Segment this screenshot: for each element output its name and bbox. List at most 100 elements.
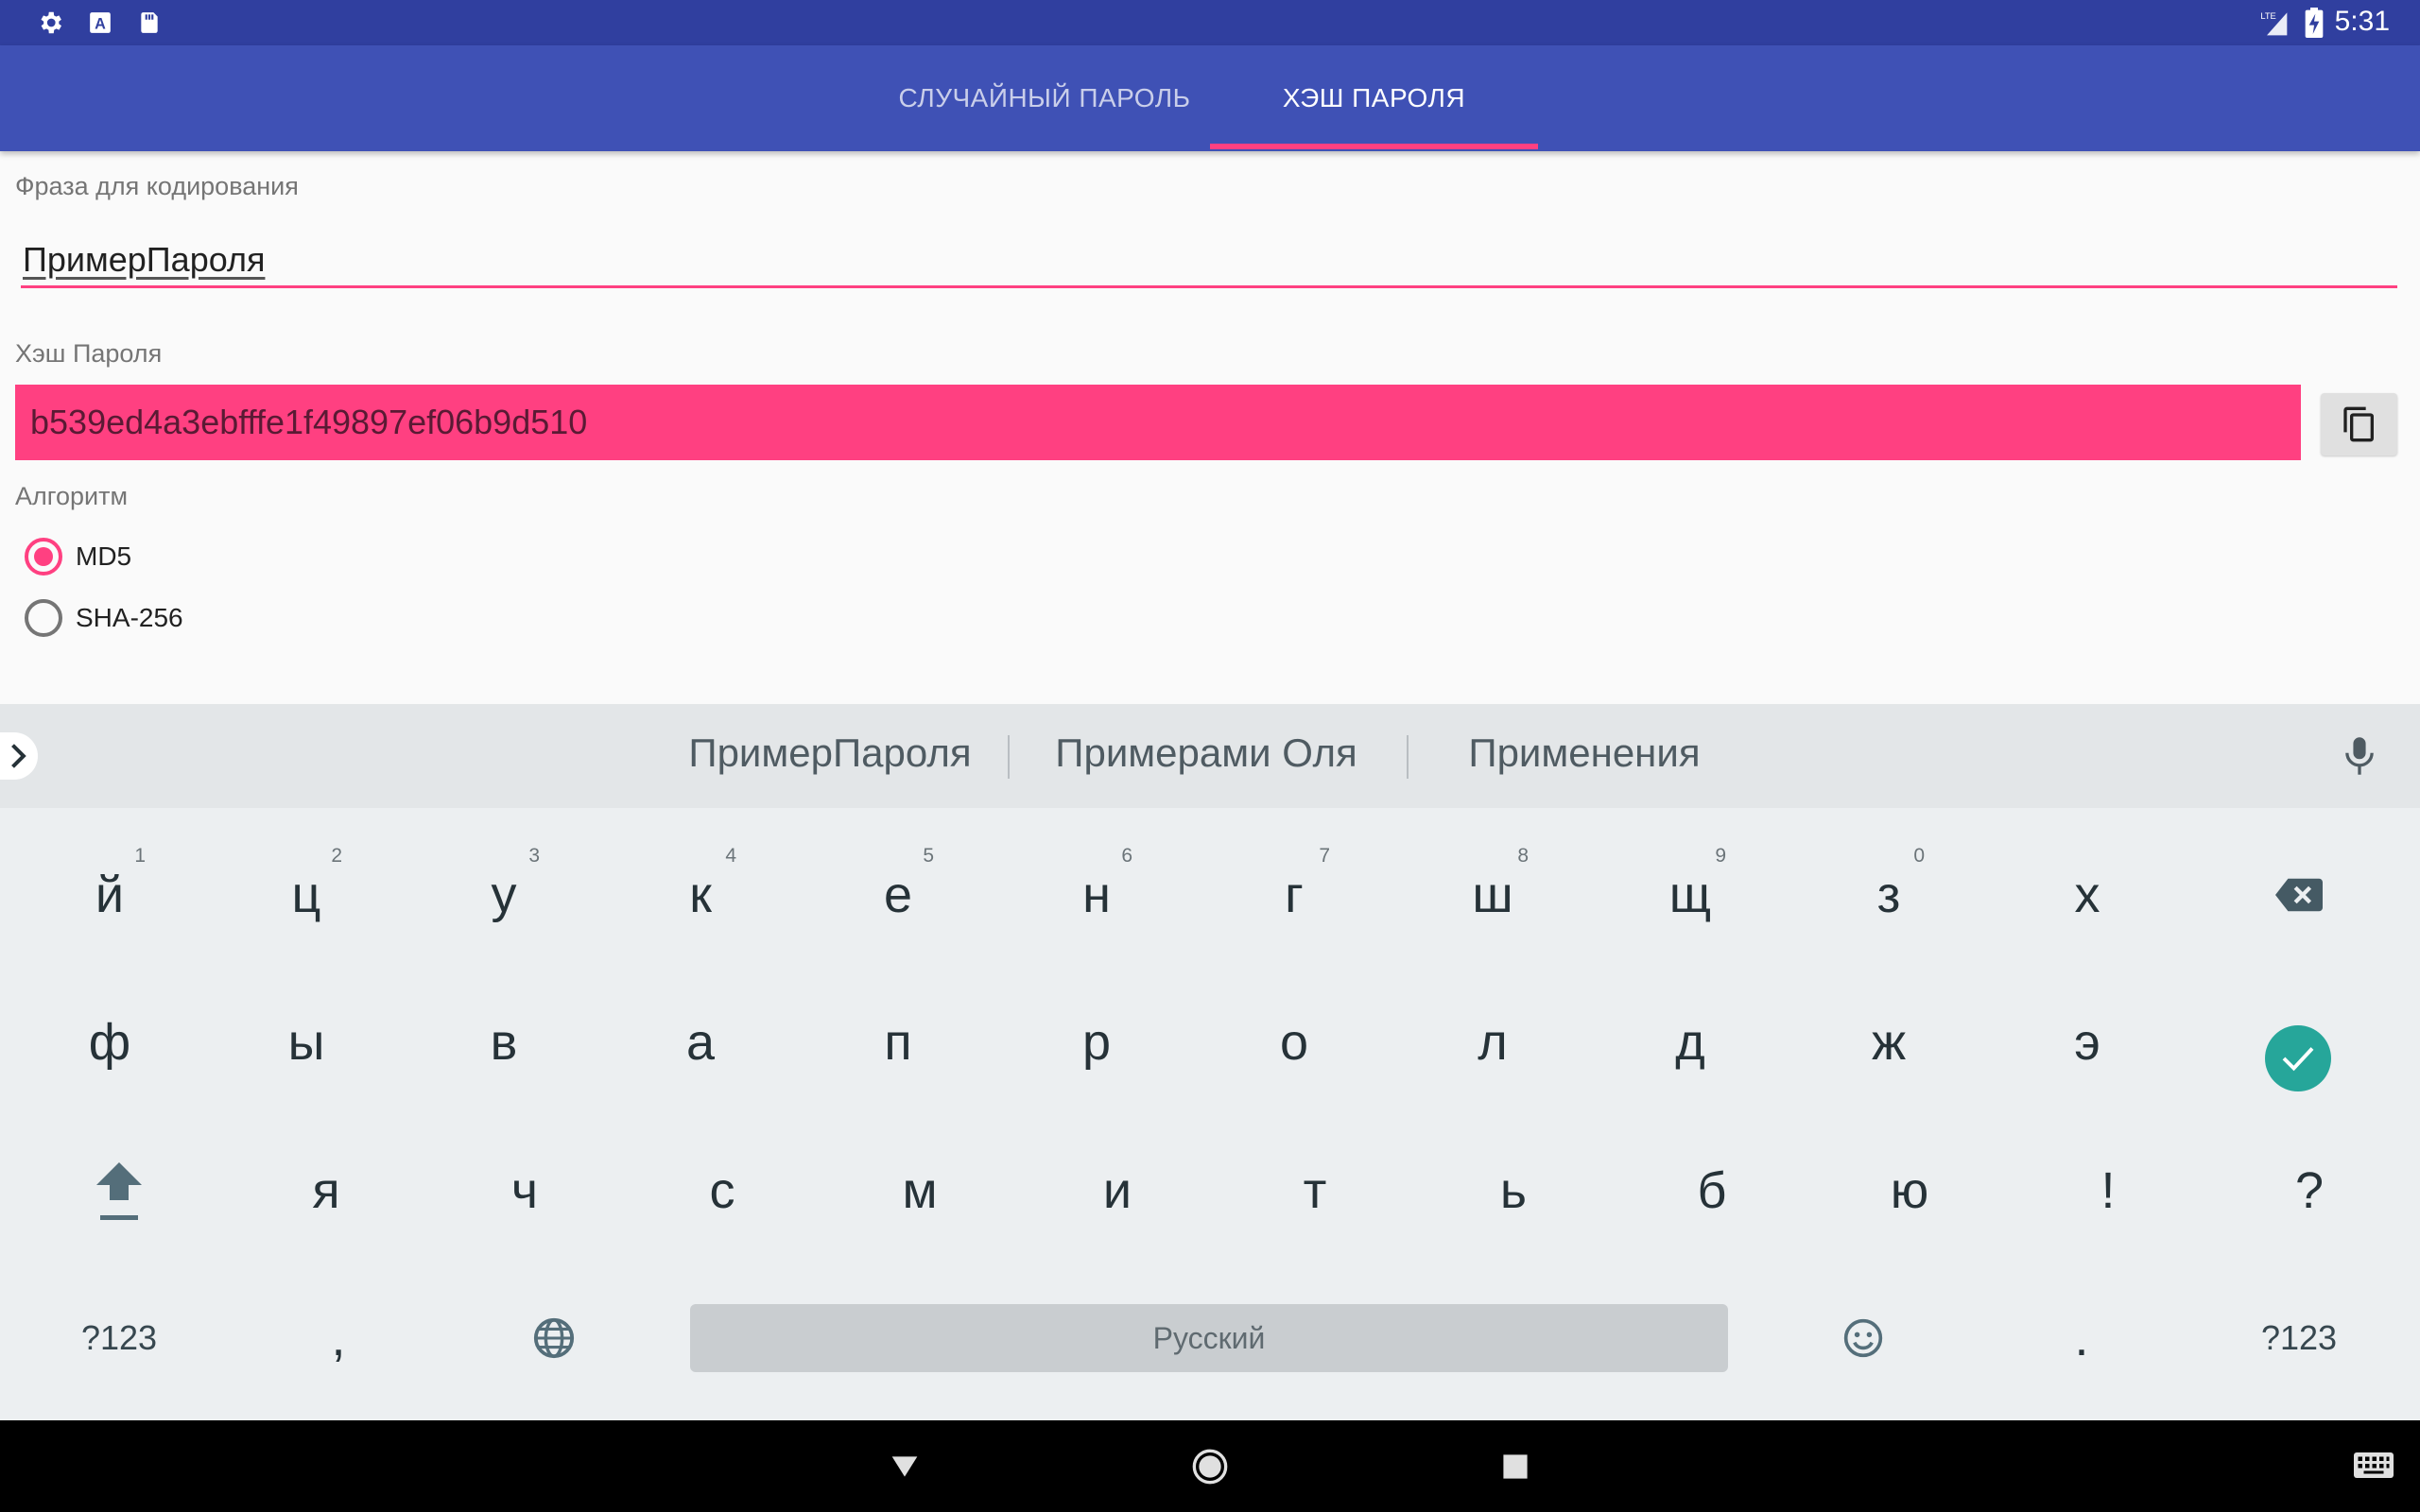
key-с[interactable]: с [628,1120,817,1262]
key-у[interactable]: у3 [409,824,598,966]
phrase-input[interactable]: ПримерПароля [23,240,265,280]
symbols-key-right[interactable]: ?123 [2204,1267,2394,1409]
key-ю[interactable]: ю [1815,1120,2004,1262]
radio-md5-label: MD5 [76,541,132,571]
copy-button[interactable] [2321,393,2397,455]
key-hint: 8 [1517,845,1529,867]
backspace-icon [2275,878,2323,912]
key-hint: 2 [331,845,342,867]
keyboard: ПримерПароля Примерами Оля Применения й1… [0,704,2420,1420]
back-nav-icon[interactable] [881,1443,928,1490]
key-ф[interactable]: ф [15,971,204,1113]
lte-signal-icon: LTE [2259,8,2290,38]
suggestion-2[interactable]: Примерами Оля [1017,730,1395,776]
key-label: ц [291,867,321,923]
key-й[interactable]: й1 [15,824,204,966]
radio-sha256-label: SHA-256 [76,603,183,632]
key-т[interactable]: т [1220,1120,1409,1262]
screen: A LTE 5:31 СЛУЧАЙНЫЙ ПАРОЛЬ ХЭШ ПАРОЛЯ Ф… [0,0,2420,1512]
key-х[interactable]: х [1993,824,2182,966]
key-а[interactable]: а [606,971,795,1113]
key-label: з [1876,867,1901,923]
key-exclamation[interactable]: ! [2014,1120,2203,1262]
check-icon [2282,1047,2314,1072]
key-я[interactable]: я [232,1120,421,1262]
key-ь[interactable]: ь [1419,1120,1608,1262]
key-в[interactable]: в [409,971,598,1113]
key-б[interactable]: б [1617,1120,1806,1262]
suggestion-1[interactable]: ПримерПароля [662,730,998,776]
key-ч[interactable]: ч [430,1120,619,1262]
radio-md5[interactable]: MD5 [25,536,131,577]
key-label: ш [1472,867,1513,923]
home-nav-icon[interactable] [1186,1443,1234,1490]
key-о[interactable]: о [1200,971,1389,1113]
key-п[interactable]: п [804,971,993,1113]
keyboard-switch-icon[interactable] [2350,1443,2397,1490]
key-н[interactable]: н6 [1002,824,1191,966]
key-ц[interactable]: ц2 [212,824,401,966]
emoji-key[interactable] [1769,1267,1958,1409]
suggestion-bar: ПримерПароля Примерами Оля Применения [0,704,2420,808]
key-hint: 6 [1121,845,1132,867]
text-a-icon: A [85,8,115,38]
key-comma[interactable]: , [244,1267,433,1409]
key-ы[interactable]: ы [212,971,401,1113]
lte-label: LTE [2260,11,2275,21]
sd-card-icon [134,8,164,38]
tab-password-hash[interactable]: ХЭШ ПАРОЛЯ [1210,45,1538,151]
key-label: щ [1668,867,1712,923]
key-з[interactable]: з0 [1794,824,1983,966]
suggestion-divider [1008,735,1010,779]
algorithm-label: Алгоритм [15,482,129,510]
copy-icon [2342,406,2374,442]
key-hint: 9 [1715,845,1726,867]
globe-icon [533,1317,575,1359]
key-е[interactable]: е5 [804,824,993,966]
suggestion-divider [1407,735,1409,779]
key-hint: 0 [1913,845,1925,867]
key-р[interactable]: р [1002,971,1191,1113]
key-hint: 5 [923,845,934,867]
phrase-input-underline [21,285,2397,288]
backspace-key[interactable] [2204,824,2394,966]
key-hint: 1 [134,845,146,867]
key-question[interactable]: ? [2215,1120,2404,1262]
recents-nav-icon[interactable] [1492,1443,1539,1490]
status-bar: A LTE 5:31 [0,0,2420,45]
key-label: н [1082,867,1111,923]
app-bar: СЛУЧАЙНЫЙ ПАРОЛЬ ХЭШ ПАРОЛЯ [0,45,2420,151]
radio-sha256-circle[interactable] [25,599,62,637]
enter-key[interactable] [2265,1025,2331,1091]
space-key[interactable]: Русский [690,1304,1728,1372]
key-label: г [1285,867,1304,923]
clock: 5:31 [2334,6,2390,37]
settings-icon [35,8,65,38]
symbols-key-left[interactable]: ?123 [25,1267,214,1409]
key-label: й [95,867,125,923]
radio-sha256[interactable]: SHA-256 [25,597,183,639]
key-hint: 4 [725,845,736,867]
key-г[interactable]: г7 [1200,824,1389,966]
key-к[interactable]: к4 [606,824,795,966]
key-ш[interactable]: ш8 [1398,824,1587,966]
shift-icon [96,1162,142,1220]
suggestion-3[interactable]: Применения [1418,730,1751,776]
expand-arrow-icon[interactable] [0,732,38,780]
shift-key[interactable] [25,1120,214,1262]
key-щ[interactable]: щ9 [1596,824,1785,966]
language-key[interactable] [459,1267,648,1409]
key-ж[interactable]: ж [1794,971,1983,1113]
hash-output[interactable]: b539ed4a3ebfffe1f49897ef06b9d510 [15,385,2301,460]
mic-icon[interactable] [2341,734,2378,778]
phrase-label: Фраза для кодирования [15,172,299,200]
radio-md5-circle[interactable] [25,538,62,576]
key-м[interactable]: м [825,1120,1014,1262]
key-period[interactable]: . [1987,1267,2176,1409]
tab-random-password[interactable]: СЛУЧАЙНЫЙ ПАРОЛЬ [879,45,1210,151]
key-и[interactable]: и [1023,1120,1212,1262]
key-д[interactable]: д [1596,971,1785,1113]
key-hint: 3 [528,845,540,867]
key-л[interactable]: л [1398,971,1587,1113]
key-э[interactable]: э [1993,971,2182,1113]
